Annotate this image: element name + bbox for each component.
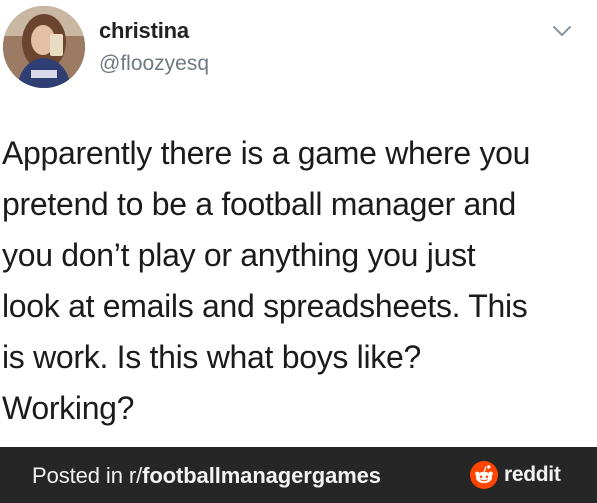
reddit-wordmark: reddit: [504, 463, 561, 486]
subreddit-name: footballmanagergames: [142, 463, 381, 488]
avatar[interactable]: [3, 6, 85, 88]
profile-photo-icon: [3, 6, 85, 88]
tweet-text-line: is work. Is this what boys like?: [2, 339, 421, 375]
tweet-text-line: pretend to be a football manager and: [2, 186, 517, 222]
posted-in-prefix: Posted in r/: [32, 463, 143, 488]
reddit-brand-link[interactable]: reddit: [470, 461, 561, 489]
tweet-text: Apparently there is a game where you pre…: [2, 128, 587, 434]
tweet-text-line: Working?: [2, 390, 135, 426]
tweet-text-line: you don’t play or anything you just: [2, 237, 476, 273]
display-name[interactable]: christina: [99, 18, 189, 44]
tweet-card: christina @floozyesq Apparently there is…: [0, 0, 597, 447]
tweet-text-line: look at emails and spreadsheets. This: [2, 288, 528, 324]
tweet-text-line: Apparently there is a game where you: [2, 135, 531, 171]
reddit-footer-banner: Posted in r/footballmanagergames reddit: [0, 447, 597, 503]
reddit-logo-icon: [470, 461, 498, 489]
posted-in-label[interactable]: Posted in r/footballmanagergames: [32, 463, 381, 489]
user-handle[interactable]: @floozyesq: [99, 52, 209, 76]
chevron-down-icon[interactable]: [552, 24, 572, 38]
